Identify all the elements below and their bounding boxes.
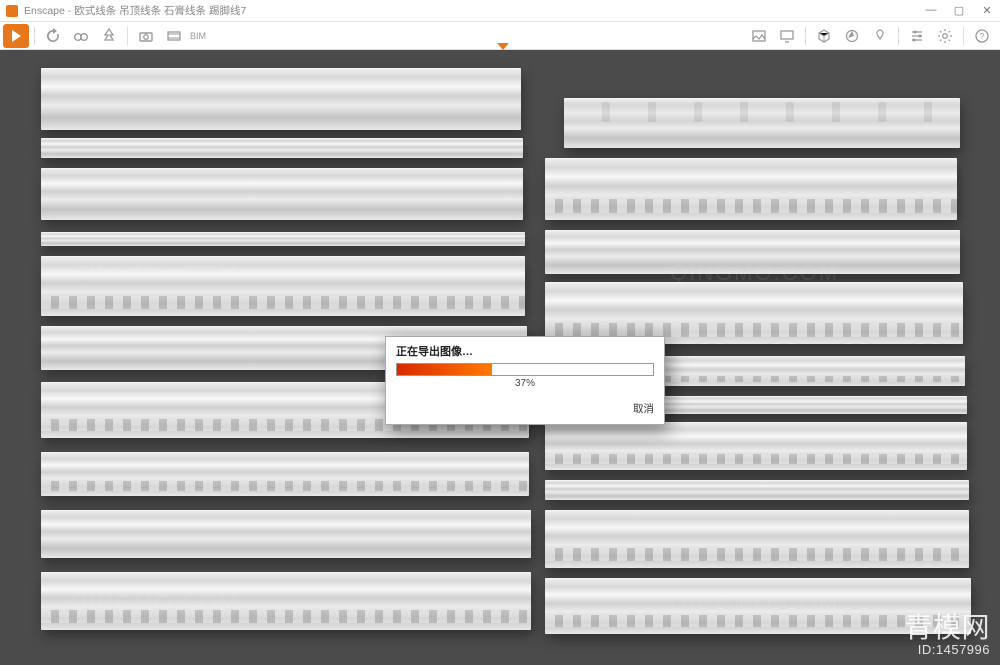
titlebar: Enscape - 欧式线条 吊顶线条 石膏线条 踢脚线7 — ▢ ✕ — [0, 0, 1000, 22]
start-render-button[interactable] — [3, 24, 29, 48]
tree-icon — [101, 28, 117, 44]
toolbar-separator — [898, 27, 899, 45]
asset-lib-button[interactable] — [96, 23, 122, 49]
close-button[interactable]: ✕ — [980, 4, 994, 17]
watermark: 青模网 ID:1457996 — [904, 614, 990, 657]
export-dialog: 正在导出图像… 37% 取消 — [385, 336, 665, 425]
picture-icon — [751, 28, 767, 44]
toolbar-separator — [963, 27, 964, 45]
cancel-button[interactable]: 取消 — [633, 401, 654, 416]
bim-label: BIM — [190, 31, 206, 41]
dialog-actions: 取消 — [386, 397, 664, 424]
window-title: Enscape - 欧式线条 吊顶线条 石膏线条 踢脚线7 — [24, 3, 924, 18]
toolbar: BIM ? — [0, 22, 1000, 50]
molding-sample — [41, 138, 523, 158]
help-icon: ? — [974, 28, 990, 44]
cube-icon — [816, 28, 832, 44]
molding-sample — [41, 256, 525, 316]
molding-sample — [41, 232, 525, 246]
toolbar-separator — [805, 27, 806, 45]
app-logo-icon — [6, 5, 18, 17]
watermark-brand: 青模网 — [904, 614, 990, 642]
dialog-title: 正在导出图像… — [386, 337, 664, 363]
app-name: Enscape — [24, 5, 65, 17]
compass-icon — [844, 28, 860, 44]
gear-icon — [937, 28, 953, 44]
toolbar-right: ? — [745, 22, 1000, 49]
render-viewport[interactable]: QINGMO.COM QINGMO.COM QINGMO.COM QINGMO.… — [0, 50, 1000, 665]
minimize-button[interactable]: — — [924, 4, 938, 17]
window-controls: — ▢ ✕ — [924, 4, 994, 17]
progress-bar — [396, 363, 654, 376]
molding-sample — [545, 422, 967, 470]
svg-text:?: ? — [980, 32, 985, 41]
monitor-icon — [779, 28, 795, 44]
molding-sample — [545, 510, 969, 568]
molding-sample — [545, 158, 957, 220]
progress-wrap: 37% — [386, 363, 664, 397]
toolbar-left: BIM — [0, 22, 206, 49]
monitor-button[interactable] — [774, 23, 800, 49]
maximize-button[interactable]: ▢ — [952, 4, 966, 17]
film-icon — [166, 28, 182, 44]
molding-sample — [41, 510, 531, 558]
molding-sample — [41, 168, 523, 220]
toolbar-separator — [34, 27, 35, 45]
molding-sample — [545, 230, 960, 274]
molding-sample — [41, 572, 531, 630]
molding-sample — [41, 68, 521, 130]
sliders-icon — [909, 28, 925, 44]
progress-fill — [397, 364, 492, 375]
molding-sample — [41, 452, 529, 496]
molding-sample — [545, 282, 963, 344]
settings-button[interactable] — [932, 23, 958, 49]
tool-a-button[interactable] — [839, 23, 865, 49]
box-button[interactable] — [811, 23, 837, 49]
views-button[interactable] — [68, 23, 94, 49]
live-update-button[interactable] — [40, 23, 66, 49]
molding-sample — [564, 98, 960, 148]
toolbar-separator — [127, 27, 128, 45]
file-title: 欧式线条 吊顶线条 石膏线条 踢脚线7 — [74, 5, 246, 17]
camera-icon — [138, 28, 154, 44]
tool-b-button[interactable] — [867, 23, 893, 49]
image-settings-button[interactable] — [746, 23, 772, 49]
watermark-id: ID:1457996 — [904, 642, 990, 657]
toolbar-indicator-icon — [497, 43, 509, 50]
binoculars-icon — [73, 28, 89, 44]
screenshot-button[interactable] — [133, 23, 159, 49]
title-sep: - — [65, 5, 74, 17]
sliders-button[interactable] — [904, 23, 930, 49]
help-button[interactable]: ? — [969, 23, 995, 49]
refresh-icon — [45, 28, 61, 44]
video-button[interactable] — [161, 23, 187, 49]
play-icon — [8, 28, 24, 44]
molding-sample — [545, 480, 969, 500]
pin-icon — [872, 28, 888, 44]
progress-percent: 37% — [396, 376, 654, 395]
